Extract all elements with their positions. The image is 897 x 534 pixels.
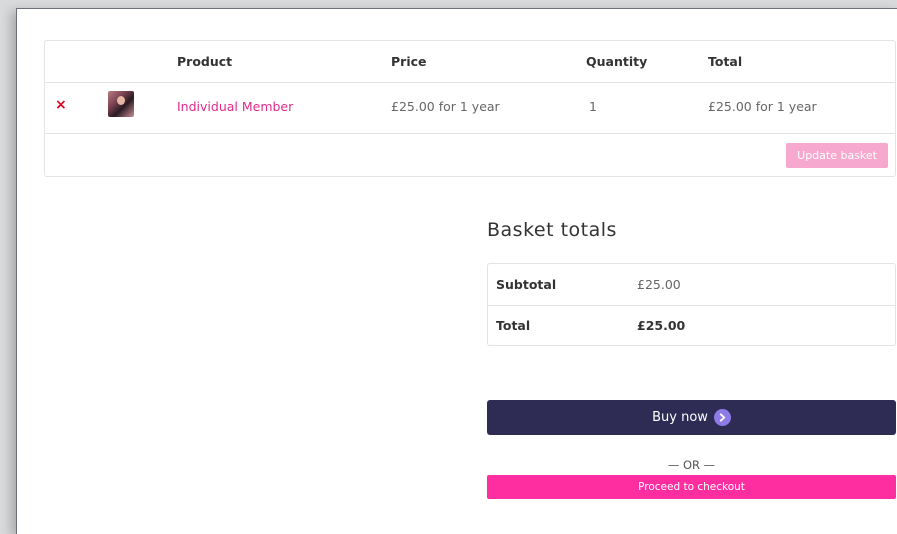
- item-price: £25.00 for 1 year: [391, 99, 500, 114]
- subtotal-value: £25.00: [637, 277, 681, 292]
- item-quantity[interactable]: 1: [589, 99, 597, 114]
- cart-table: Product Price Quantity Total × Individua…: [44, 40, 896, 177]
- buy-now-button[interactable]: Buy now: [487, 400, 896, 435]
- total-label: Total: [496, 318, 531, 333]
- subtotal-row: Subtotal £25.00: [488, 264, 895, 306]
- browser-window: Product Price Quantity Total × Individua…: [16, 8, 897, 534]
- buy-now-label: Buy now: [652, 410, 708, 425]
- item-total: £25.00 for 1 year: [708, 99, 817, 114]
- header-quantity: Quantity: [586, 54, 648, 69]
- update-basket-button[interactable]: Update basket: [786, 143, 888, 168]
- chevron-right-circle-icon: [713, 409, 731, 426]
- header-price: Price: [391, 54, 427, 69]
- total-row: Total £25.00: [488, 305, 895, 346]
- total-value: £25.00: [637, 318, 686, 333]
- cart-item-row: × Individual Member £25.00 for 1 year 1 …: [45, 82, 895, 134]
- remove-item-icon[interactable]: ×: [55, 97, 67, 113]
- product-name-link[interactable]: Individual Member: [177, 99, 293, 114]
- subtotal-label: Subtotal: [496, 277, 557, 292]
- product-thumbnail[interactable]: [108, 91, 134, 117]
- cart-header-row: Product Price Quantity Total: [45, 41, 895, 83]
- basket-totals-title: Basket totals: [487, 219, 617, 241]
- or-divider: — OR —: [667, 458, 716, 472]
- header-total: Total: [708, 54, 743, 69]
- cart-actions-row: Update basket: [45, 133, 895, 177]
- header-product: Product: [177, 54, 233, 69]
- basket-totals-table: Subtotal £25.00 Total £25.00: [487, 263, 896, 346]
- proceed-to-checkout-button[interactable]: Proceed to checkout: [487, 475, 896, 499]
